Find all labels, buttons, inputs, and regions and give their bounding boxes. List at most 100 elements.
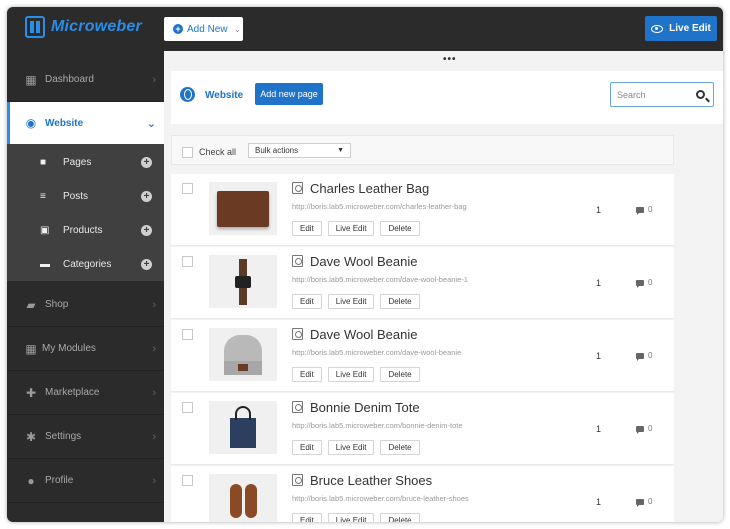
view-count: 1 <box>596 497 602 507</box>
comments-value: 0 <box>648 205 653 214</box>
add-post-icon[interactable]: + <box>141 190 152 202</box>
delete-button[interactable]: Delete <box>380 513 420 522</box>
comments-count: 0 <box>636 351 652 361</box>
sidebar-item-marketplace[interactable]: ✚ Marketplace › <box>7 371 164 415</box>
chevron-right-icon: › <box>152 298 156 311</box>
product-title[interactable]: Bonnie Denim Tote <box>310 400 420 415</box>
globe-icon: ◉ <box>25 116 37 130</box>
row-checkbox[interactable] <box>182 402 193 413</box>
product-thumbnail[interactable] <box>209 401 277 454</box>
sidebar-item-categories[interactable]: ▬ Categories + <box>7 247 164 281</box>
top-bar: Microweber + Add New ⌄ Live Edit <box>7 7 723 51</box>
shoes-image <box>229 483 257 518</box>
product-url[interactable]: http://boris.lab5.microweber.com/dave-wo… <box>292 348 461 357</box>
more-dots-icon[interactable]: ••• <box>443 54 457 65</box>
live-edit-button[interactable]: Live Edit <box>327 221 375 236</box>
sidebar: ▦ Dashboard › ◉ Website ⌄ ■ Pages + ≡ Po… <box>7 51 164 522</box>
product-url[interactable]: http://boris.lab5.microweber.com/bruce-l… <box>292 494 469 503</box>
edit-button[interactable]: Edit <box>292 513 322 522</box>
delete-button[interactable]: Delete <box>380 294 420 309</box>
comment-icon <box>636 206 644 215</box>
row-checkbox[interactable] <box>182 329 193 340</box>
delete-button[interactable]: Delete <box>380 221 420 236</box>
chevron-right-icon: › <box>152 386 156 399</box>
live-edit-button[interactable]: Live Edit <box>645 16 717 41</box>
sidebar-item-settings[interactable]: ✱ Settings › <box>7 415 164 459</box>
delete-button[interactable]: Delete <box>380 440 420 455</box>
modules-icon: ▦ <box>25 341 37 356</box>
add-new-button[interactable]: + Add New ⌄ <box>164 17 243 41</box>
row-checkbox[interactable] <box>182 183 193 194</box>
sidebar-item-posts[interactable]: ≡ Posts + <box>7 179 164 213</box>
edit-button[interactable]: Edit <box>292 367 322 382</box>
live-edit-button[interactable]: Live Edit <box>327 367 375 382</box>
product-thumbnail[interactable] <box>209 255 277 308</box>
product-title[interactable]: Dave Wool Beanie <box>310 254 417 269</box>
product-title[interactable]: Bruce Leather Shoes <box>310 473 432 488</box>
bulk-actions-select[interactable]: Bulk actions ▼ <box>248 143 351 158</box>
plus-circle-icon: + <box>173 24 183 34</box>
product-title[interactable]: Dave Wool Beanie <box>310 327 417 342</box>
sidebar-item-shop[interactable]: ▰ Shop › <box>7 283 164 327</box>
product-title[interactable]: Charles Leather Bag <box>310 181 429 196</box>
live-edit-button[interactable]: Live Edit <box>327 513 375 522</box>
logo[interactable]: Microweber <box>25 16 142 38</box>
sidebar-item-profile[interactable]: ● Profile › <box>7 459 164 503</box>
sidebar-item-products[interactable]: ▣ Products + <box>7 213 164 247</box>
user-icon: ● <box>27 473 35 488</box>
sidebar-item-label: My Modules <box>42 343 96 354</box>
delete-button[interactable]: Delete <box>380 367 420 382</box>
view-count: 1 <box>596 205 602 215</box>
row-checkbox[interactable] <box>182 256 193 267</box>
view-count: 1 <box>596 278 602 288</box>
edit-button[interactable]: Edit <box>292 440 322 455</box>
check-all-label[interactable]: Check all <box>199 147 236 157</box>
caret-down-icon: ▼ <box>337 147 344 154</box>
comments-count: 0 <box>636 424 653 434</box>
leather-bag-image <box>217 190 269 227</box>
puzzle-icon: ✚ <box>25 385 37 400</box>
check-all-checkbox[interactable] <box>182 147 193 158</box>
sidebar-item-label: Marketplace <box>45 387 100 398</box>
sidebar-item-website[interactable]: ◉ Website ⌄ <box>7 102 164 145</box>
sidebar-item-label: Posts <box>63 190 89 202</box>
list-item: Charles Leather Bag http://boris.lab5.mi… <box>171 174 674 246</box>
posts-icon: ≡ <box>40 190 46 202</box>
product-thumbnail[interactable] <box>209 328 277 381</box>
product-thumbnail[interactable] <box>209 182 277 235</box>
product-url[interactable]: http://boris.lab5.microweber.com/charles… <box>292 202 467 211</box>
search-icon[interactable] <box>696 90 705 99</box>
comment-icon <box>636 498 644 507</box>
add-page-icon[interactable]: + <box>141 156 152 168</box>
comment-icon <box>636 425 644 434</box>
sidebar-item-dashboard[interactable]: ▦ Dashboard › <box>7 58 164 102</box>
search-input[interactable] <box>617 88 687 102</box>
list-item: Dave Wool Beanie http://boris.lab5.micro… <box>171 320 674 392</box>
search-box[interactable] <box>610 82 714 107</box>
sidebar-item-my-modules[interactable]: ▦ My Modules › <box>7 327 164 371</box>
list-item: Bruce Leather Shoes http://boris.lab5.mi… <box>171 466 674 522</box>
add-new-page-button[interactable]: Add new page <box>255 83 323 105</box>
live-edit-button[interactable]: Live Edit <box>327 440 375 455</box>
page-header: Website Add new page <box>171 71 723 124</box>
product-url[interactable]: http://boris.lab5.microweber.com/bonnie-… <box>292 421 463 430</box>
product-thumbnail[interactable] <box>209 474 277 522</box>
add-product-icon[interactable]: + <box>141 224 152 236</box>
sidebar-item-label: Shop <box>45 299 69 310</box>
sidebar-item-label: Products <box>63 224 103 236</box>
product-url[interactable]: http://boris.lab5.microweber.com/dave-wo… <box>292 275 468 284</box>
row-checkbox[interactable] <box>182 475 193 486</box>
live-edit-button[interactable]: Live Edit <box>327 294 375 309</box>
edit-button[interactable]: Edit <box>292 294 322 309</box>
watch-image <box>235 258 251 305</box>
products-icon: ▣ <box>40 224 50 236</box>
edit-button[interactable]: Edit <box>292 221 322 236</box>
comment-icon <box>636 279 644 288</box>
product-list: Charles Leather Bag http://boris.lab5.mi… <box>171 174 674 522</box>
sidebar-item-pages[interactable]: ■ Pages + <box>7 145 164 179</box>
comment-icon <box>636 352 644 361</box>
add-category-icon[interactable]: + <box>141 258 152 270</box>
comments-value: 0 <box>648 424 653 433</box>
sidebar-item-label: Dashboard <box>45 74 94 85</box>
gear-icon: ✱ <box>25 429 37 444</box>
